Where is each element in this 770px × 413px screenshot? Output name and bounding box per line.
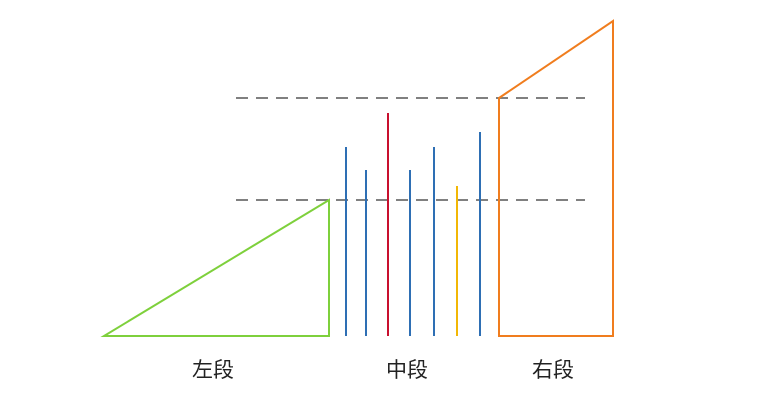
right-segment-label: 右段 <box>532 358 574 382</box>
right-segment-trapezoid <box>498 19 614 337</box>
left-segment-triangle <box>100 198 330 337</box>
middle-segment-label: 中段 <box>386 358 428 382</box>
left-segment-label: 左段 <box>192 358 234 382</box>
segment-diagram <box>100 19 614 337</box>
